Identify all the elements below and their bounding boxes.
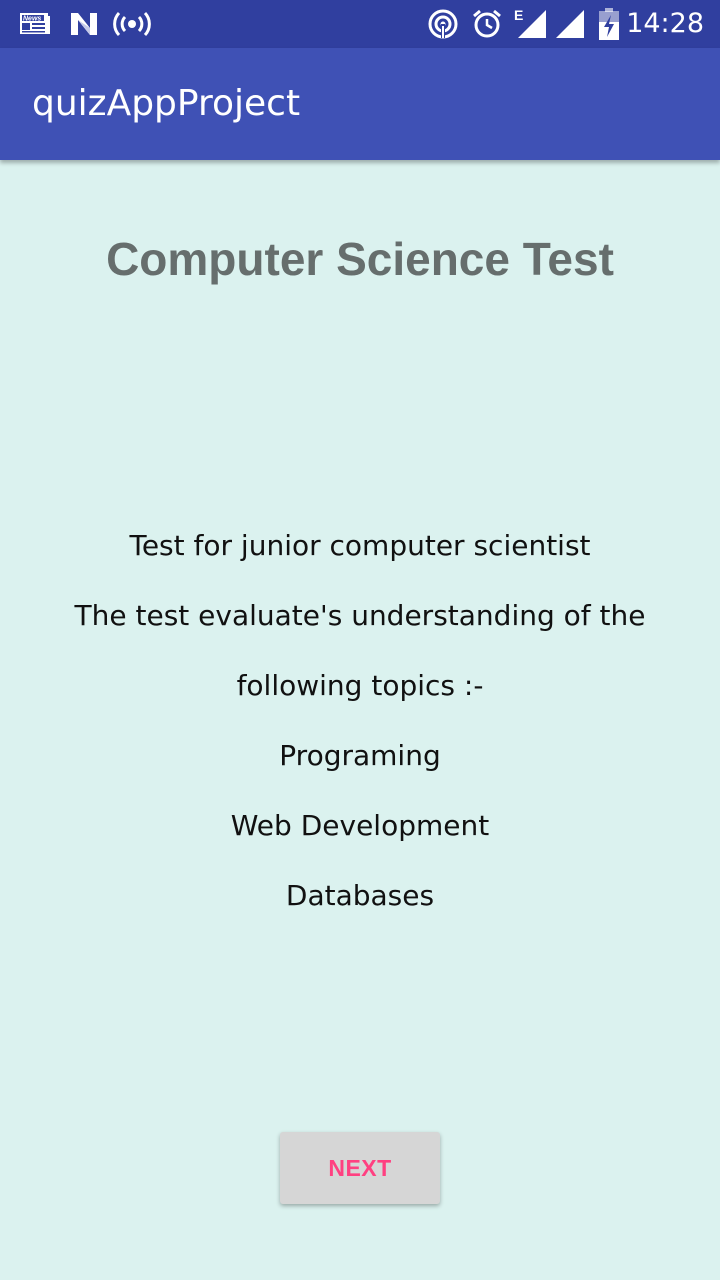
n-notification-icon <box>68 8 100 40</box>
page-title: Computer Science Test <box>106 233 614 285</box>
topic-programing: Programing <box>279 739 441 772</box>
status-bar: News E 14:28 <box>0 0 720 48</box>
alarm-icon <box>470 8 504 40</box>
hotspot-broadcast-icon <box>113 8 151 40</box>
news-icon: News <box>18 8 52 40</box>
next-button[interactable]: NEXT <box>280 1132 440 1204</box>
test-description: Test for junior computer scientist The t… <box>40 511 680 931</box>
status-time: 14:28 <box>626 8 704 39</box>
app-title: quizAppProject <box>32 83 301 124</box>
topic-databases: Databases <box>285 879 435 912</box>
description-line: following topics :- <box>236 669 484 702</box>
nfc-icon <box>426 8 460 40</box>
network-type-label: E <box>514 7 524 23</box>
topic-web-development: Web Development <box>230 809 490 842</box>
svg-text:News: News <box>23 16 41 23</box>
wifi-signal-icon <box>554 8 586 40</box>
app-bar: quizAppProject <box>0 48 720 160</box>
battery-charging-icon <box>596 8 622 40</box>
description-line: The test evaluate's understanding of the <box>74 599 646 632</box>
description-line: Test for junior computer scientist <box>129 529 591 562</box>
